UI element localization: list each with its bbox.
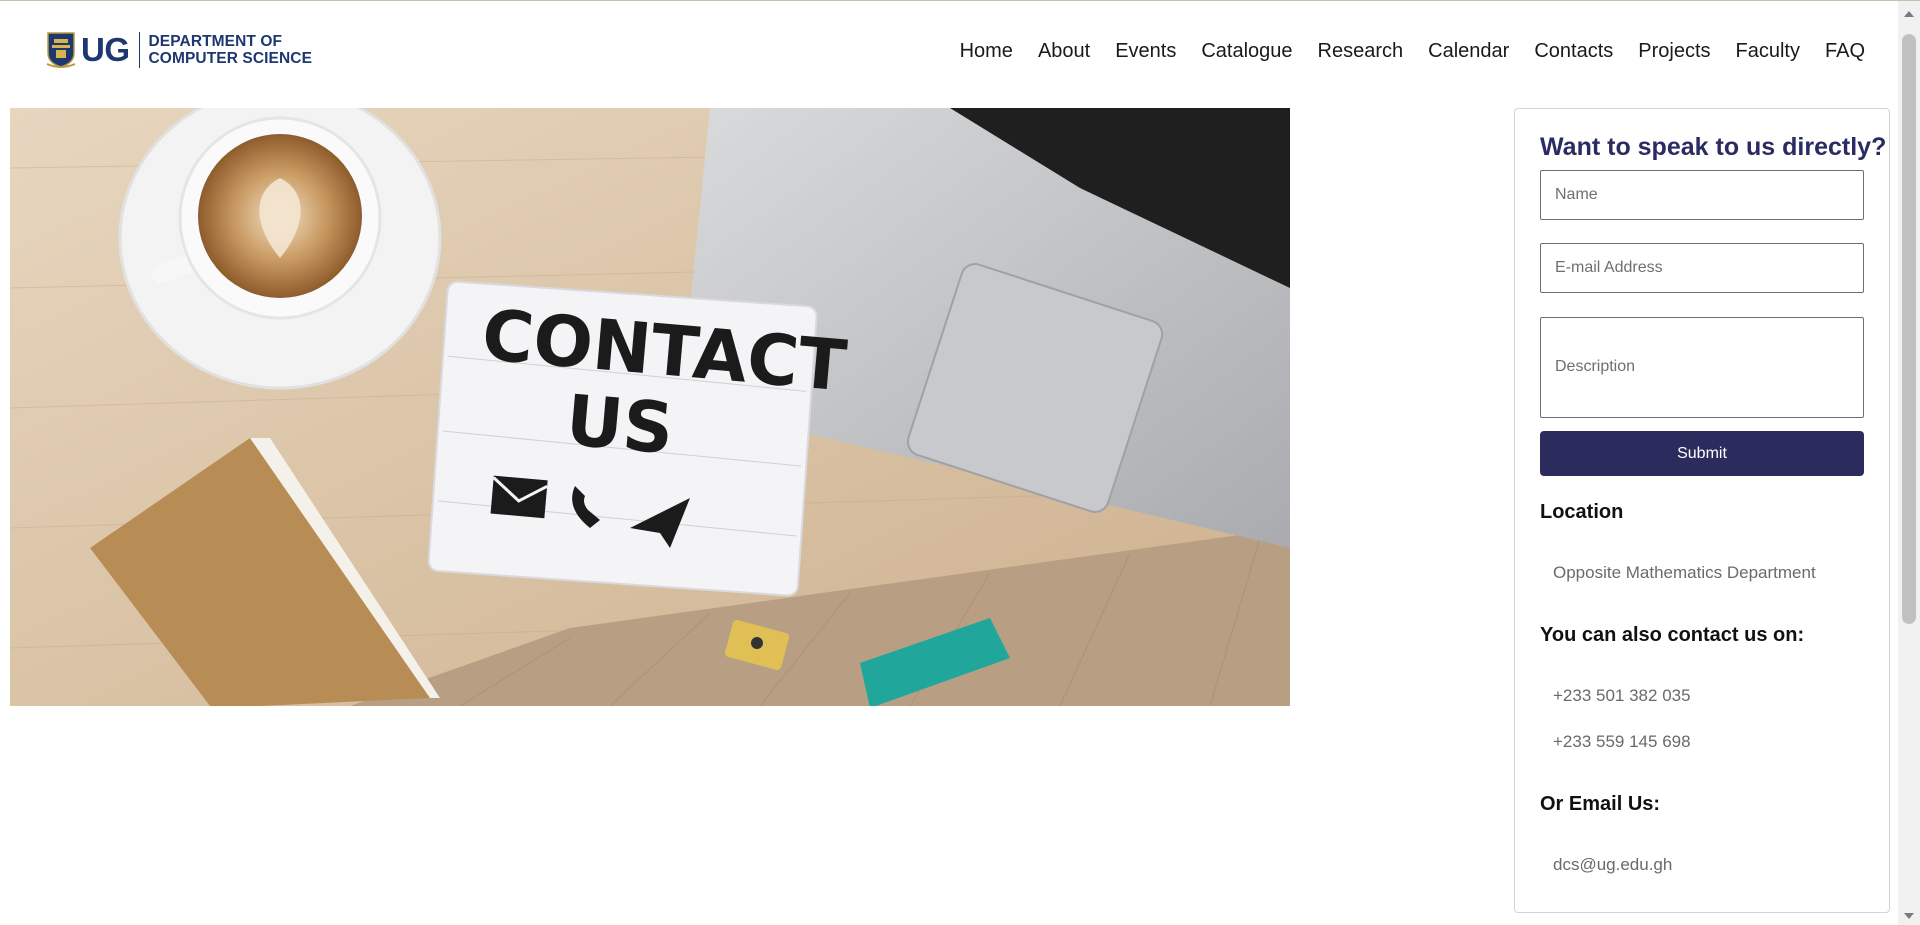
phone-number-1: +233 501 382 035	[1553, 686, 1691, 705]
site-header: UG DEPARTMENT OF COMPUTER SCIENCE Home A…	[0, 1, 1898, 105]
university-crest-icon	[46, 32, 76, 68]
scroll-up-arrow-icon[interactable]	[1904, 11, 1914, 17]
nav-link-faq[interactable]: FAQ	[1825, 37, 1865, 65]
location-heading: Location	[1540, 501, 1624, 523]
logo-ug-text: UG	[81, 31, 130, 68]
logo-department-name: DEPARTMENT OF COMPUTER SCIENCE	[149, 33, 313, 67]
vertical-scrollbar[interactable]	[1898, 1, 1920, 925]
email-heading: Or Email Us:	[1540, 793, 1661, 815]
nav-link-home[interactable]: Home	[960, 37, 1013, 65]
nav-link-about[interactable]: About	[1038, 37, 1090, 65]
site-logo[interactable]: UG DEPARTMENT OF COMPUTER SCIENCE	[46, 30, 312, 70]
email-input[interactable]	[1540, 243, 1864, 293]
logo-line-1: DEPARTMENT OF	[148, 33, 283, 50]
envelope-icon	[490, 475, 548, 519]
description-textarea[interactable]	[1540, 317, 1864, 418]
location-text: Opposite Mathematics Department	[1553, 563, 1816, 582]
scrollbar-thumb[interactable]	[1902, 34, 1916, 624]
nav-link-events[interactable]: Events	[1115, 37, 1176, 65]
nav-link-catalogue[interactable]: Catalogue	[1201, 37, 1292, 65]
contact-form-title: Want to speak to us directly?	[1540, 133, 1887, 161]
logo-divider	[138, 32, 140, 68]
nav-link-projects[interactable]: Projects	[1638, 37, 1710, 65]
nav-link-research[interactable]: Research	[1318, 37, 1404, 65]
main-navigation: Home About Events Catalogue Research Cal…	[935, 37, 1865, 65]
email-address: dcs@ug.edu.gh	[1553, 855, 1673, 874]
nav-link-contacts[interactable]: Contacts	[1534, 37, 1613, 65]
name-input[interactable]	[1540, 170, 1864, 220]
nav-link-calendar[interactable]: Calendar	[1428, 37, 1509, 65]
contact-sidebar: Want to speak to us directly? Submit Loc…	[1514, 108, 1890, 913]
submit-button[interactable]: Submit	[1540, 431, 1864, 476]
nav-link-faculty[interactable]: Faculty	[1736, 37, 1800, 65]
contact-numbers-heading: You can also contact us on:	[1540, 624, 1805, 646]
hero-illustration: CONTACT US	[10, 108, 1290, 706]
phone-number-2: +233 559 145 698	[1553, 732, 1691, 751]
scroll-down-arrow-icon[interactable]	[1904, 913, 1914, 919]
contact-hero-image: CONTACT US	[10, 108, 1290, 706]
logo-line-2: COMPUTER SCIENCE	[148, 50, 313, 67]
sign-text-line-2: US	[563, 379, 677, 470]
